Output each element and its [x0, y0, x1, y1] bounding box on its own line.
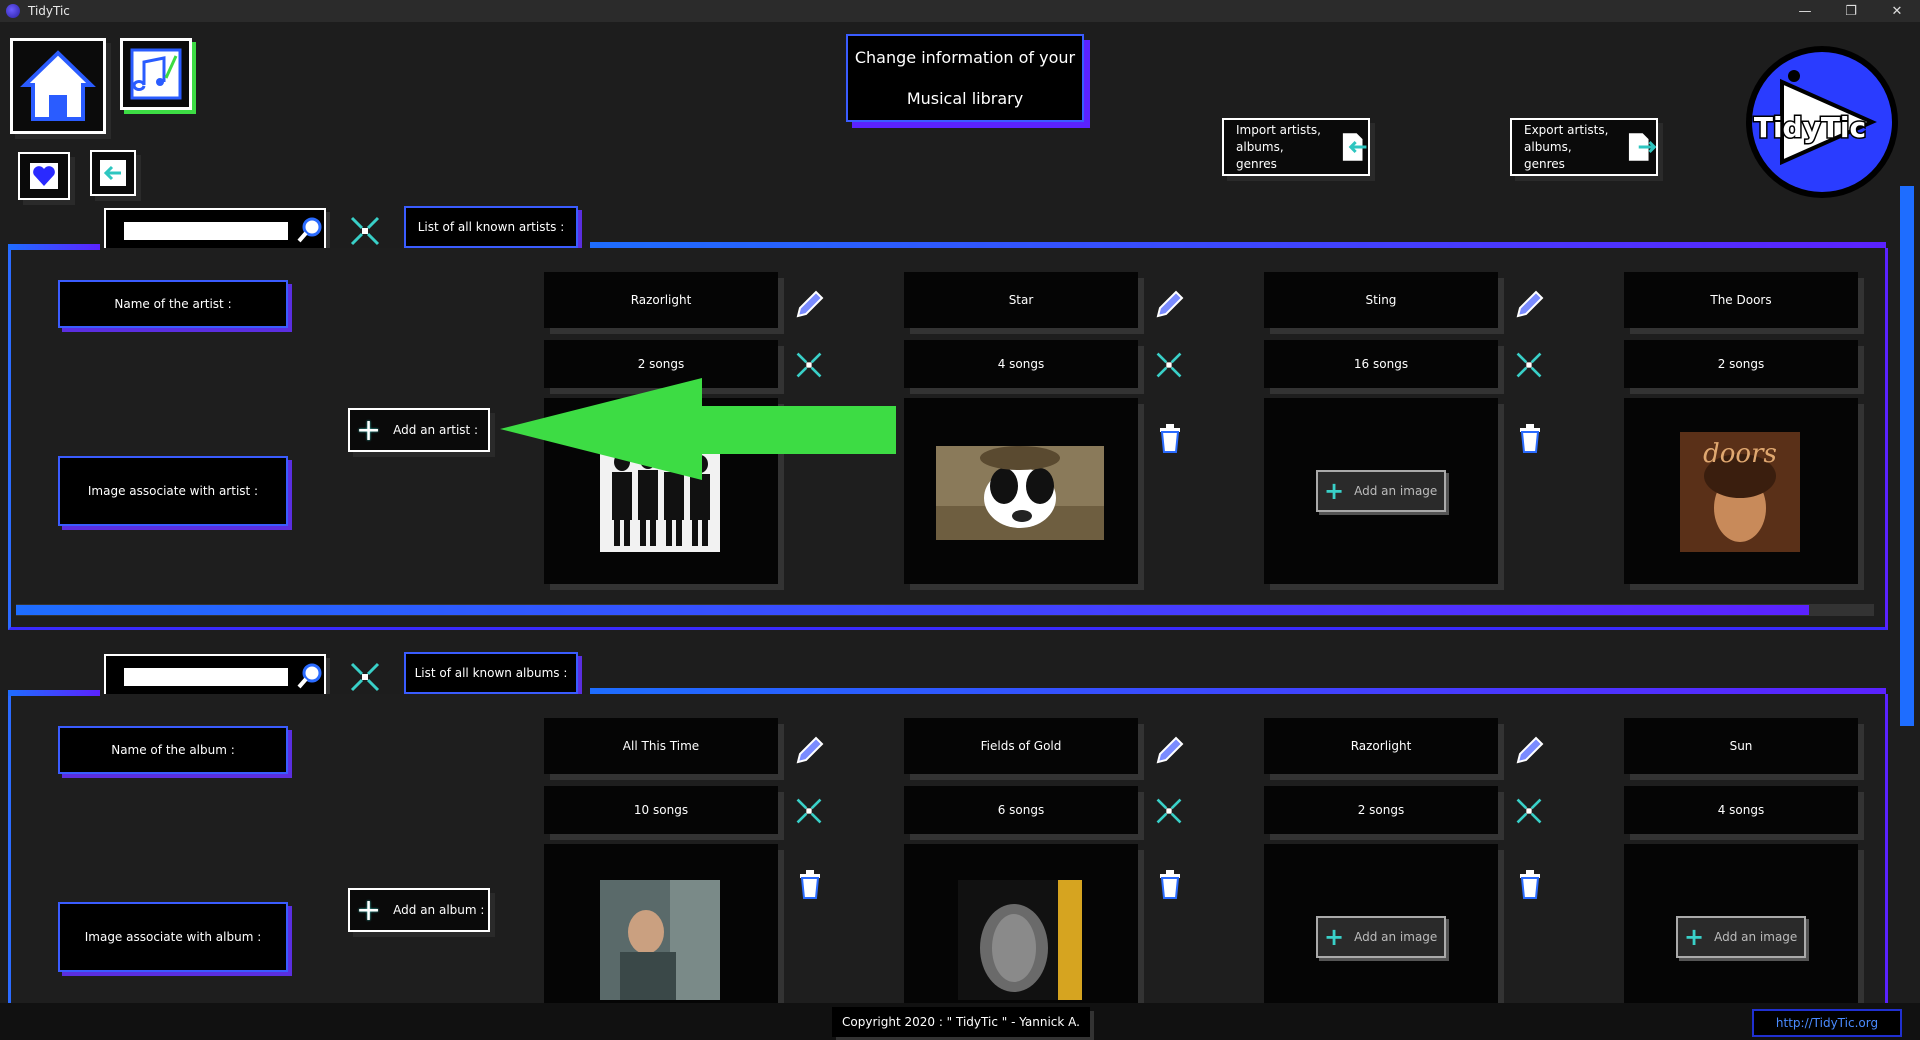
shuffle-icon[interactable]	[348, 214, 382, 248]
maximize-button[interactable]: ❐	[1828, 0, 1874, 22]
website-link[interactable]: http://TidyTic.org	[1752, 1009, 1902, 1037]
artist-add-image-button[interactable]: + Add an image	[1316, 470, 1446, 512]
window-title: TidyTic	[28, 4, 70, 18]
artist-name-label: Name of the artist :	[58, 280, 288, 328]
shuffle-icon[interactable]	[1514, 350, 1544, 380]
export-icon	[1628, 133, 1656, 161]
artist-songs-cell: 2 songs	[1624, 340, 1858, 388]
search-icon[interactable]	[296, 216, 324, 244]
vertical-scrollbar[interactable]	[1900, 186, 1914, 726]
artists-tab[interactable]: List of all known artists :	[404, 206, 578, 248]
add-album-button[interactable]: + Add an album :	[348, 888, 490, 932]
album-name-label: Name of the album :	[58, 726, 288, 774]
add-artist-label: Add an artist :	[393, 423, 479, 437]
shuffle-icon[interactable]	[1154, 796, 1184, 826]
album-search	[104, 654, 326, 696]
import-label-line1: Import artists,	[1236, 122, 1321, 137]
artist-name-cell: Razorlight	[544, 272, 778, 328]
back-button[interactable]	[90, 150, 136, 196]
artist-songs-cell: 16 songs	[1264, 340, 1498, 388]
artist-photo-the-doors: doors	[1680, 432, 1800, 552]
trash-icon[interactable]	[796, 868, 824, 900]
trash-icon[interactable]	[1516, 422, 1544, 454]
shuffle-icon[interactable]	[1514, 796, 1544, 826]
favorites-button[interactable]	[18, 152, 70, 200]
plus-icon: +	[1684, 923, 1705, 951]
trash-icon[interactable]	[1516, 868, 1544, 900]
album-image-label: Image associate with album :	[58, 902, 288, 972]
trash-icon[interactable]	[1156, 868, 1184, 900]
import-button[interactable]: Import artists, albums, genres	[1222, 118, 1370, 176]
add-image-label: Add an image	[1354, 930, 1438, 944]
tidytic-logo: TidyTic	[1742, 42, 1902, 202]
arrow-left-icon	[100, 160, 126, 186]
edit-pencil-icon[interactable]	[1514, 288, 1546, 320]
add-image-label: Add an image	[1714, 930, 1798, 944]
heart-icon	[30, 163, 58, 189]
minimize-button[interactable]: —	[1782, 0, 1828, 22]
edit-pencil-icon[interactable]	[1514, 734, 1546, 766]
import-label-line2: albums, genres	[1236, 139, 1284, 171]
copyright-text: Copyright 2020 : " TidyTic " - Yannick A…	[832, 1007, 1090, 1037]
add-image-label: Add an image	[1354, 484, 1438, 498]
album-cover-all-this-time	[600, 880, 720, 1000]
artist-photo-star	[936, 446, 1104, 540]
shuffle-icon[interactable]	[794, 796, 824, 826]
album-add-image-button[interactable]: + Add an image	[1676, 916, 1806, 958]
title-bar: TidyTic — ❐ ✕	[0, 0, 1920, 22]
export-button[interactable]: Export artists, albums, genres	[1510, 118, 1658, 176]
home-icon	[20, 50, 96, 121]
album-search-input[interactable]	[124, 668, 288, 686]
footer: Copyright 2020 : " TidyTic " - Yannick A…	[0, 1003, 1920, 1040]
music-library-button[interactable]	[120, 38, 192, 110]
artists-scroll-thumb[interactable]	[16, 605, 1809, 615]
edit-pencil-icon[interactable]	[794, 734, 826, 766]
plus-icon: +	[1324, 477, 1345, 505]
page-title-line2: Musical library	[906, 89, 1024, 108]
page-title: Change information of your Musical libra…	[846, 34, 1084, 122]
album-add-image-button[interactable]: + Add an image	[1316, 916, 1446, 958]
album-name-cell: All This Time	[544, 718, 778, 774]
shuffle-icon[interactable]	[1154, 350, 1184, 380]
add-album-label: Add an album :	[393, 903, 485, 917]
export-label-line2: albums, genres	[1524, 139, 1572, 171]
album-songs-cell: 10 songs	[544, 786, 778, 834]
import-icon	[1342, 133, 1367, 161]
edit-pencil-icon[interactable]	[1154, 734, 1186, 766]
plus-icon: +	[356, 892, 382, 928]
page-title-line1: Change information of your	[854, 48, 1076, 67]
artist-search	[104, 208, 326, 250]
add-artist-button[interactable]: + Add an artist :	[348, 408, 490, 452]
trash-icon[interactable]	[1156, 422, 1184, 454]
app-icon	[6, 4, 20, 18]
shuffle-icon[interactable]	[348, 660, 382, 694]
artist-name-cell: Star	[904, 272, 1138, 328]
artist-image-label: Image associate with artist :	[58, 456, 288, 526]
album-name-cell: Fields of Gold	[904, 718, 1138, 774]
album-name-cell: Razorlight	[1264, 718, 1498, 774]
album-cover-fields-of-gold	[958, 880, 1082, 1000]
export-label-line1: Export artists,	[1524, 122, 1609, 137]
artist-songs-cell: 4 songs	[904, 340, 1138, 388]
green-arrow-annotation	[500, 378, 896, 480]
album-songs-cell: 4 songs	[1624, 786, 1858, 834]
album-name-cell: Sun	[1624, 718, 1858, 774]
svg-text:doors: doors	[1703, 439, 1777, 469]
music-note-icon	[130, 48, 182, 100]
album-songs-cell: 6 songs	[904, 786, 1138, 834]
edit-pencil-icon[interactable]	[1154, 288, 1186, 320]
logo-text: TidyTic	[1754, 111, 1866, 144]
artist-search-input[interactable]	[124, 222, 288, 240]
artist-name-cell: Sting	[1264, 272, 1498, 328]
plus-icon: +	[1324, 923, 1345, 951]
albums-tab[interactable]: List of all known albums :	[404, 652, 578, 694]
album-songs-cell: 2 songs	[1264, 786, 1498, 834]
artist-name-cell: The Doors	[1624, 272, 1858, 328]
edit-pencil-icon[interactable]	[794, 288, 826, 320]
close-button[interactable]: ✕	[1874, 0, 1920, 22]
search-icon[interactable]	[296, 662, 324, 690]
home-button[interactable]	[10, 38, 106, 134]
artists-scroll-track[interactable]	[16, 604, 1874, 616]
plus-icon: +	[356, 412, 382, 448]
